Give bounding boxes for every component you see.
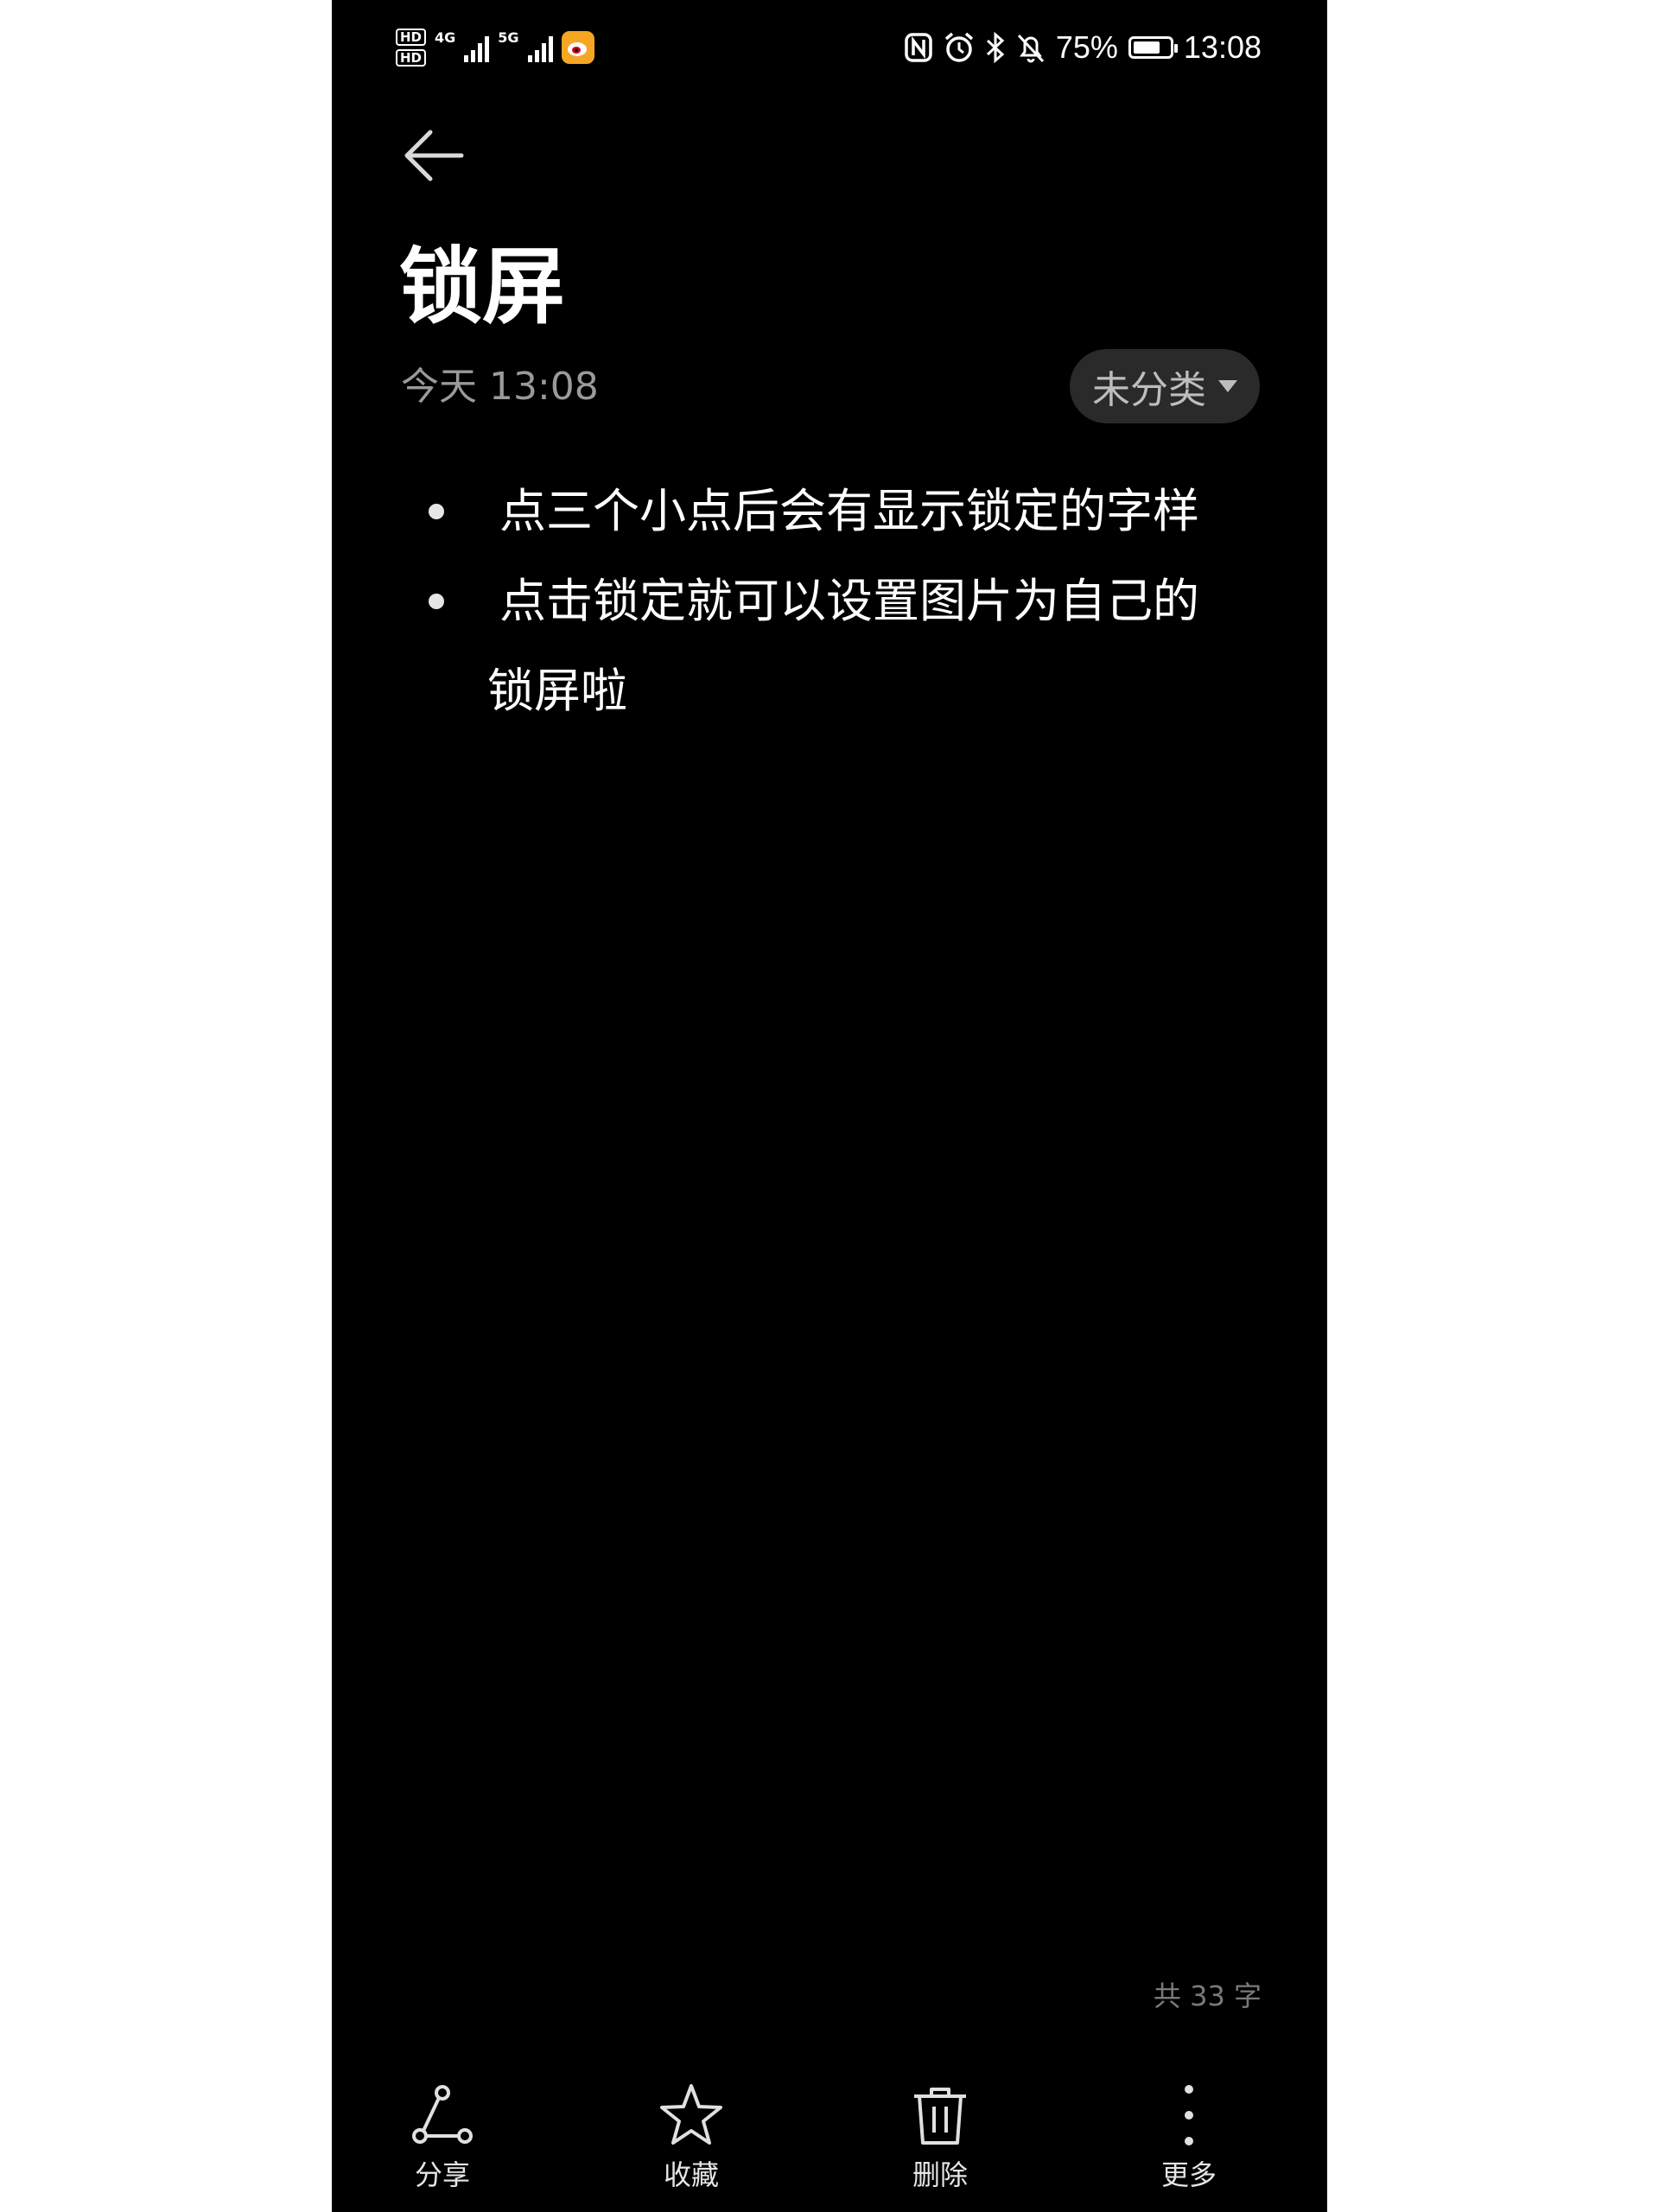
arrow-left-icon [404, 130, 464, 181]
more-button[interactable]: 更多 [1120, 2081, 1258, 2193]
share-icon [412, 2085, 473, 2144]
battery-icon [1128, 36, 1178, 59]
caret-down-icon [1218, 380, 1237, 392]
network-type-label: 4G [435, 29, 456, 46]
bell-muted-icon [1017, 34, 1044, 63]
bullet-icon [429, 594, 444, 609]
status-left: HD HD 4G 5G [396, 28, 594, 67]
word-count: 共 33 字 [1153, 1980, 1262, 2012]
note-title[interactable]: 锁屏 [399, 235, 565, 339]
more-label: 更多 [1160, 2158, 1217, 2191]
network-type-label: 5G [498, 29, 519, 46]
star-icon [660, 2084, 722, 2145]
category-dropdown[interactable]: 未分类 [1070, 349, 1260, 423]
back-button[interactable] [401, 125, 467, 186]
bullet-icon [429, 504, 444, 519]
battery-percent: 75% [1055, 29, 1118, 65]
delete-button[interactable]: 删除 [871, 2081, 1009, 2193]
share-label: 分享 [414, 2158, 470, 2191]
more-vertical-icon [1185, 2085, 1193, 2145]
status-bar: HD HD 4G 5G 75% 13:08 [332, 0, 1327, 95]
nfc-icon [905, 33, 932, 62]
hd-label: HD [396, 29, 427, 46]
favorite-button[interactable]: 收藏 [622, 2081, 760, 2193]
share-button[interactable]: 分享 [373, 2081, 512, 2193]
hd-indicators: HD HD [396, 29, 427, 67]
bottom-toolbar: 分享 收藏 删除 更多 [332, 2074, 1327, 2212]
alarm-icon [944, 32, 973, 62]
battery-fill [1133, 41, 1160, 54]
category-label: 未分类 [1092, 368, 1206, 412]
trash-icon [914, 2088, 966, 2145]
list-item-text: 锁屏啦 [487, 664, 627, 718]
hd-label: HD [396, 49, 427, 67]
list-item-text: 点击锁定就可以设置图片为自己的 [499, 574, 1199, 628]
weibo-icon [561, 31, 594, 64]
status-right: 75% 13:08 [904, 26, 1262, 69]
delete-label: 删除 [912, 2158, 968, 2191]
clock: 13:08 [1183, 29, 1262, 65]
signal-icon [464, 33, 490, 62]
note-date: 今天 13:08 [401, 365, 599, 409]
bluetooth-icon [986, 31, 1005, 64]
favorite-label: 收藏 [663, 2158, 719, 2191]
signal-icon [527, 33, 553, 62]
note-screen: HD HD 4G 5G 75% 13:08 锁屏 今天 13:08 未分类 点三… [332, 0, 1327, 2212]
list-item-text: 点三个小点后会有显示锁定的字样 [499, 484, 1199, 538]
